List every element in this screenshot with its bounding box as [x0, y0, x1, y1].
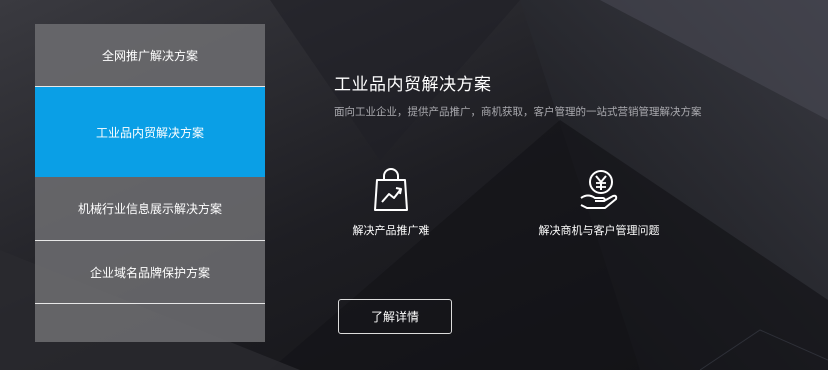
menu-item-industrial-domestic-trade[interactable]: 工业品内贸解决方案: [35, 87, 265, 177]
feature-product-promotion: 解决产品推广难: [311, 168, 471, 238]
menu-item-label: 全网推广解决方案: [101, 48, 198, 63]
feature-label: 解决商机与客户管理问题: [538, 224, 660, 237]
menu-item-domain-brand-protection[interactable]: 企业域名品牌保护方案: [35, 241, 265, 303]
shopping-bag-chart-icon: [311, 168, 471, 212]
menu-item-label: 机械行业信息展示解决方案: [77, 202, 222, 216]
feature-label: 解决产品推广难: [352, 224, 430, 237]
menu-item-machinery-info-display[interactable]: 机械行业信息展示解决方案: [35, 177, 265, 240]
menu-item-label: 工业品内贸解决方案: [95, 125, 204, 140]
solution-title: 工业品内贸解决方案: [334, 75, 492, 95]
solution-menu: 全网推广解决方案 工业品内贸解决方案 机械行业信息展示解决方案 企业域名品牌保护…: [35, 24, 265, 342]
yen-coin-hand-icon: [519, 168, 679, 212]
learn-more-button[interactable]: 了解详情: [338, 299, 452, 334]
feature-lead-customer-management: 解决商机与客户管理问题: [519, 168, 679, 238]
menu-item-network-promotion[interactable]: 全网推广解决方案: [35, 24, 265, 86]
menu-item-empty[interactable]: [35, 304, 265, 342]
menu-item-label: 企业域名品牌保护方案: [89, 265, 210, 280]
solution-subtitle: 面向工业企业，提供产品推广，商机获取，客户管理的一站式营销管理解决方案: [334, 106, 702, 118]
